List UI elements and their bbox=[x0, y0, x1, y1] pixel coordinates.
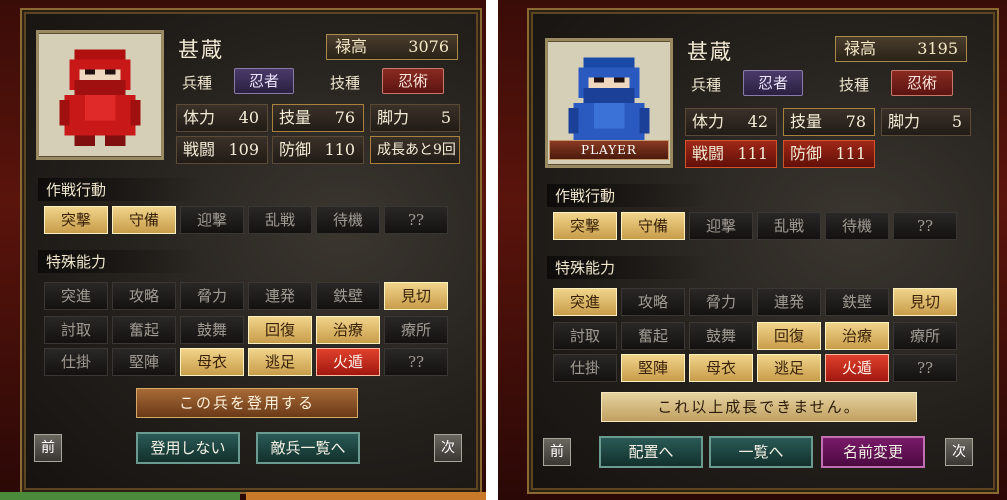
tactics-button[interactable]: ?? bbox=[893, 212, 957, 240]
special-row1-button[interactable]: 連発 bbox=[757, 288, 821, 316]
special-row2-button[interactable]: 奮起 bbox=[621, 322, 685, 350]
divider bbox=[486, 0, 498, 500]
ninja-portrait-red bbox=[36, 30, 164, 160]
special-row1-button[interactable]: 突進 bbox=[44, 282, 108, 310]
special-row1-button[interactable]: 攻略 bbox=[112, 282, 176, 310]
special-row2-button[interactable]: 療所 bbox=[384, 316, 448, 344]
special-row3-button[interactable]: 火遁 bbox=[825, 354, 889, 382]
type-badge: 忍者 bbox=[234, 68, 294, 94]
enemy-list-button[interactable]: 敵兵一覧へ bbox=[256, 432, 360, 464]
special-row2-button[interactable]: 療所 bbox=[893, 322, 957, 350]
stat-legs: 脚力 5 bbox=[881, 108, 971, 136]
stat-legs: 脚力 5 bbox=[370, 104, 460, 132]
special-row1-button[interactable]: 脅力 bbox=[689, 288, 753, 316]
skill-type-label: 技種 bbox=[839, 76, 870, 94]
footer-strip-orange bbox=[246, 492, 486, 500]
red-ninja-icon bbox=[39, 34, 161, 156]
next-button[interactable]: 次 bbox=[945, 438, 973, 466]
special-row3-button[interactable]: 逃足 bbox=[757, 354, 821, 382]
special-row3-button[interactable]: 火遁 bbox=[316, 348, 380, 376]
tactics-button[interactable]: ?? bbox=[384, 206, 448, 234]
special-row1-button[interactable]: 見切 bbox=[893, 288, 957, 316]
max-growth-banner: これ以上成長できません。 bbox=[601, 392, 917, 422]
special-row3-button[interactable]: 堅陣 bbox=[112, 348, 176, 376]
special-row1-button[interactable]: 鉄壁 bbox=[316, 282, 380, 310]
special-row3-button[interactable]: 仕掛 bbox=[553, 354, 617, 382]
special-row2-button[interactable]: 治療 bbox=[316, 316, 380, 344]
next-button[interactable]: 次 bbox=[434, 434, 462, 462]
special-row2-button[interactable]: 治療 bbox=[825, 322, 889, 350]
special-row3-button[interactable]: ?? bbox=[384, 348, 448, 376]
special-row3-button[interactable]: 仕掛 bbox=[44, 348, 108, 376]
hire-button[interactable]: この兵を登用する bbox=[136, 388, 358, 418]
tactics-button[interactable]: 突撃 bbox=[44, 206, 108, 234]
special-row3-button[interactable]: 母衣 bbox=[689, 354, 753, 382]
special-row3-button[interactable]: 逃足 bbox=[248, 348, 312, 376]
player-tag: PLAYER bbox=[549, 140, 669, 160]
stat-skill: 技量 76 bbox=[272, 104, 364, 132]
tactics-button[interactable]: 迎撃 bbox=[180, 206, 244, 234]
type-label: 兵種 bbox=[691, 76, 722, 94]
special-row2-button[interactable]: 鼓舞 bbox=[180, 316, 244, 344]
special-row3-button[interactable]: 堅陣 bbox=[621, 354, 685, 382]
stat-growth: 成長あと9回 bbox=[370, 136, 460, 164]
tactics-title: 作戦行動 bbox=[547, 184, 713, 207]
tactics-button[interactable]: 守備 bbox=[621, 212, 685, 240]
skill-type-badge: 忍術 bbox=[382, 68, 444, 94]
special-row3-button[interactable]: 母衣 bbox=[180, 348, 244, 376]
special-row2-button[interactable]: 回復 bbox=[757, 322, 821, 350]
tactics-button[interactable]: 乱戦 bbox=[757, 212, 821, 240]
list-button[interactable]: 一覧へ bbox=[709, 436, 813, 468]
special-row3-button[interactable]: ?? bbox=[893, 354, 957, 382]
special-row2-button[interactable]: 討取 bbox=[44, 316, 108, 344]
stipend-value: 3076 bbox=[408, 37, 449, 56]
type-label: 兵種 bbox=[182, 74, 213, 92]
stat-defense: 防御 110 bbox=[272, 136, 364, 164]
skill-type-label: 技種 bbox=[330, 74, 361, 92]
stipend-value: 3195 bbox=[917, 39, 958, 58]
unit-panel-left: 甚蔵 禄高 3076 兵種 忍者 技種 忍術 体力 40 技量 76 脚力 5 … bbox=[20, 8, 482, 494]
special-row1-button[interactable]: 見切 bbox=[384, 282, 448, 310]
special-row1-button[interactable]: 突進 bbox=[553, 288, 617, 316]
special-row1-button[interactable]: 攻略 bbox=[621, 288, 685, 316]
tactics-button[interactable]: 乱戦 bbox=[248, 206, 312, 234]
special-row1-button[interactable]: 鉄壁 bbox=[825, 288, 889, 316]
stipend-box: 禄高 3076 bbox=[326, 34, 458, 60]
special-row1-button[interactable]: 連発 bbox=[248, 282, 312, 310]
special-title: 特殊能力 bbox=[38, 250, 204, 273]
deploy-button[interactable]: 配置へ bbox=[599, 436, 703, 468]
tactics-button[interactable]: 守備 bbox=[112, 206, 176, 234]
stipend-label: 禄高 bbox=[335, 37, 368, 56]
stat-hp: 体力 40 bbox=[176, 104, 268, 132]
stat-battle: 戦闘 111 bbox=[685, 140, 777, 168]
tactics-title: 作戦行動 bbox=[38, 178, 204, 201]
no-hire-button[interactable]: 登用しない bbox=[136, 432, 240, 464]
special-row2-button[interactable]: 討取 bbox=[553, 322, 617, 350]
unit-panel-right: PLAYER 甚蔵 禄高 3195 兵種 忍者 技種 忍術 体力 42 技量 7… bbox=[527, 8, 999, 494]
special-row2-button[interactable]: 回復 bbox=[248, 316, 312, 344]
special-row2-button[interactable]: 鼓舞 bbox=[689, 322, 753, 350]
stipend-box: 禄高 3195 bbox=[835, 36, 967, 62]
prev-button[interactable]: 前 bbox=[34, 434, 62, 462]
special-row2-button[interactable]: 奮起 bbox=[112, 316, 176, 344]
stat-battle: 戦闘 109 bbox=[176, 136, 268, 164]
skill-type-badge: 忍術 bbox=[891, 70, 953, 96]
stat-defense: 防御 111 bbox=[783, 140, 875, 168]
type-badge: 忍者 bbox=[743, 70, 803, 96]
stat-skill: 技量 78 bbox=[783, 108, 875, 136]
stat-hp: 体力 42 bbox=[685, 108, 777, 136]
tactics-button[interactable]: 待機 bbox=[316, 206, 380, 234]
tactics-button[interactable]: 突撃 bbox=[553, 212, 617, 240]
tactics-button[interactable]: 迎撃 bbox=[689, 212, 753, 240]
stipend-label: 禄高 bbox=[844, 39, 877, 58]
tactics-button[interactable]: 待機 bbox=[825, 212, 889, 240]
unit-name: 甚蔵 bbox=[687, 40, 733, 64]
footer-strip-green bbox=[0, 492, 240, 500]
unit-name: 甚蔵 bbox=[178, 38, 224, 62]
special-title: 特殊能力 bbox=[547, 256, 713, 279]
rename-button[interactable]: 名前変更 bbox=[821, 436, 925, 468]
special-row1-button[interactable]: 脅力 bbox=[180, 282, 244, 310]
prev-button[interactable]: 前 bbox=[543, 438, 571, 466]
